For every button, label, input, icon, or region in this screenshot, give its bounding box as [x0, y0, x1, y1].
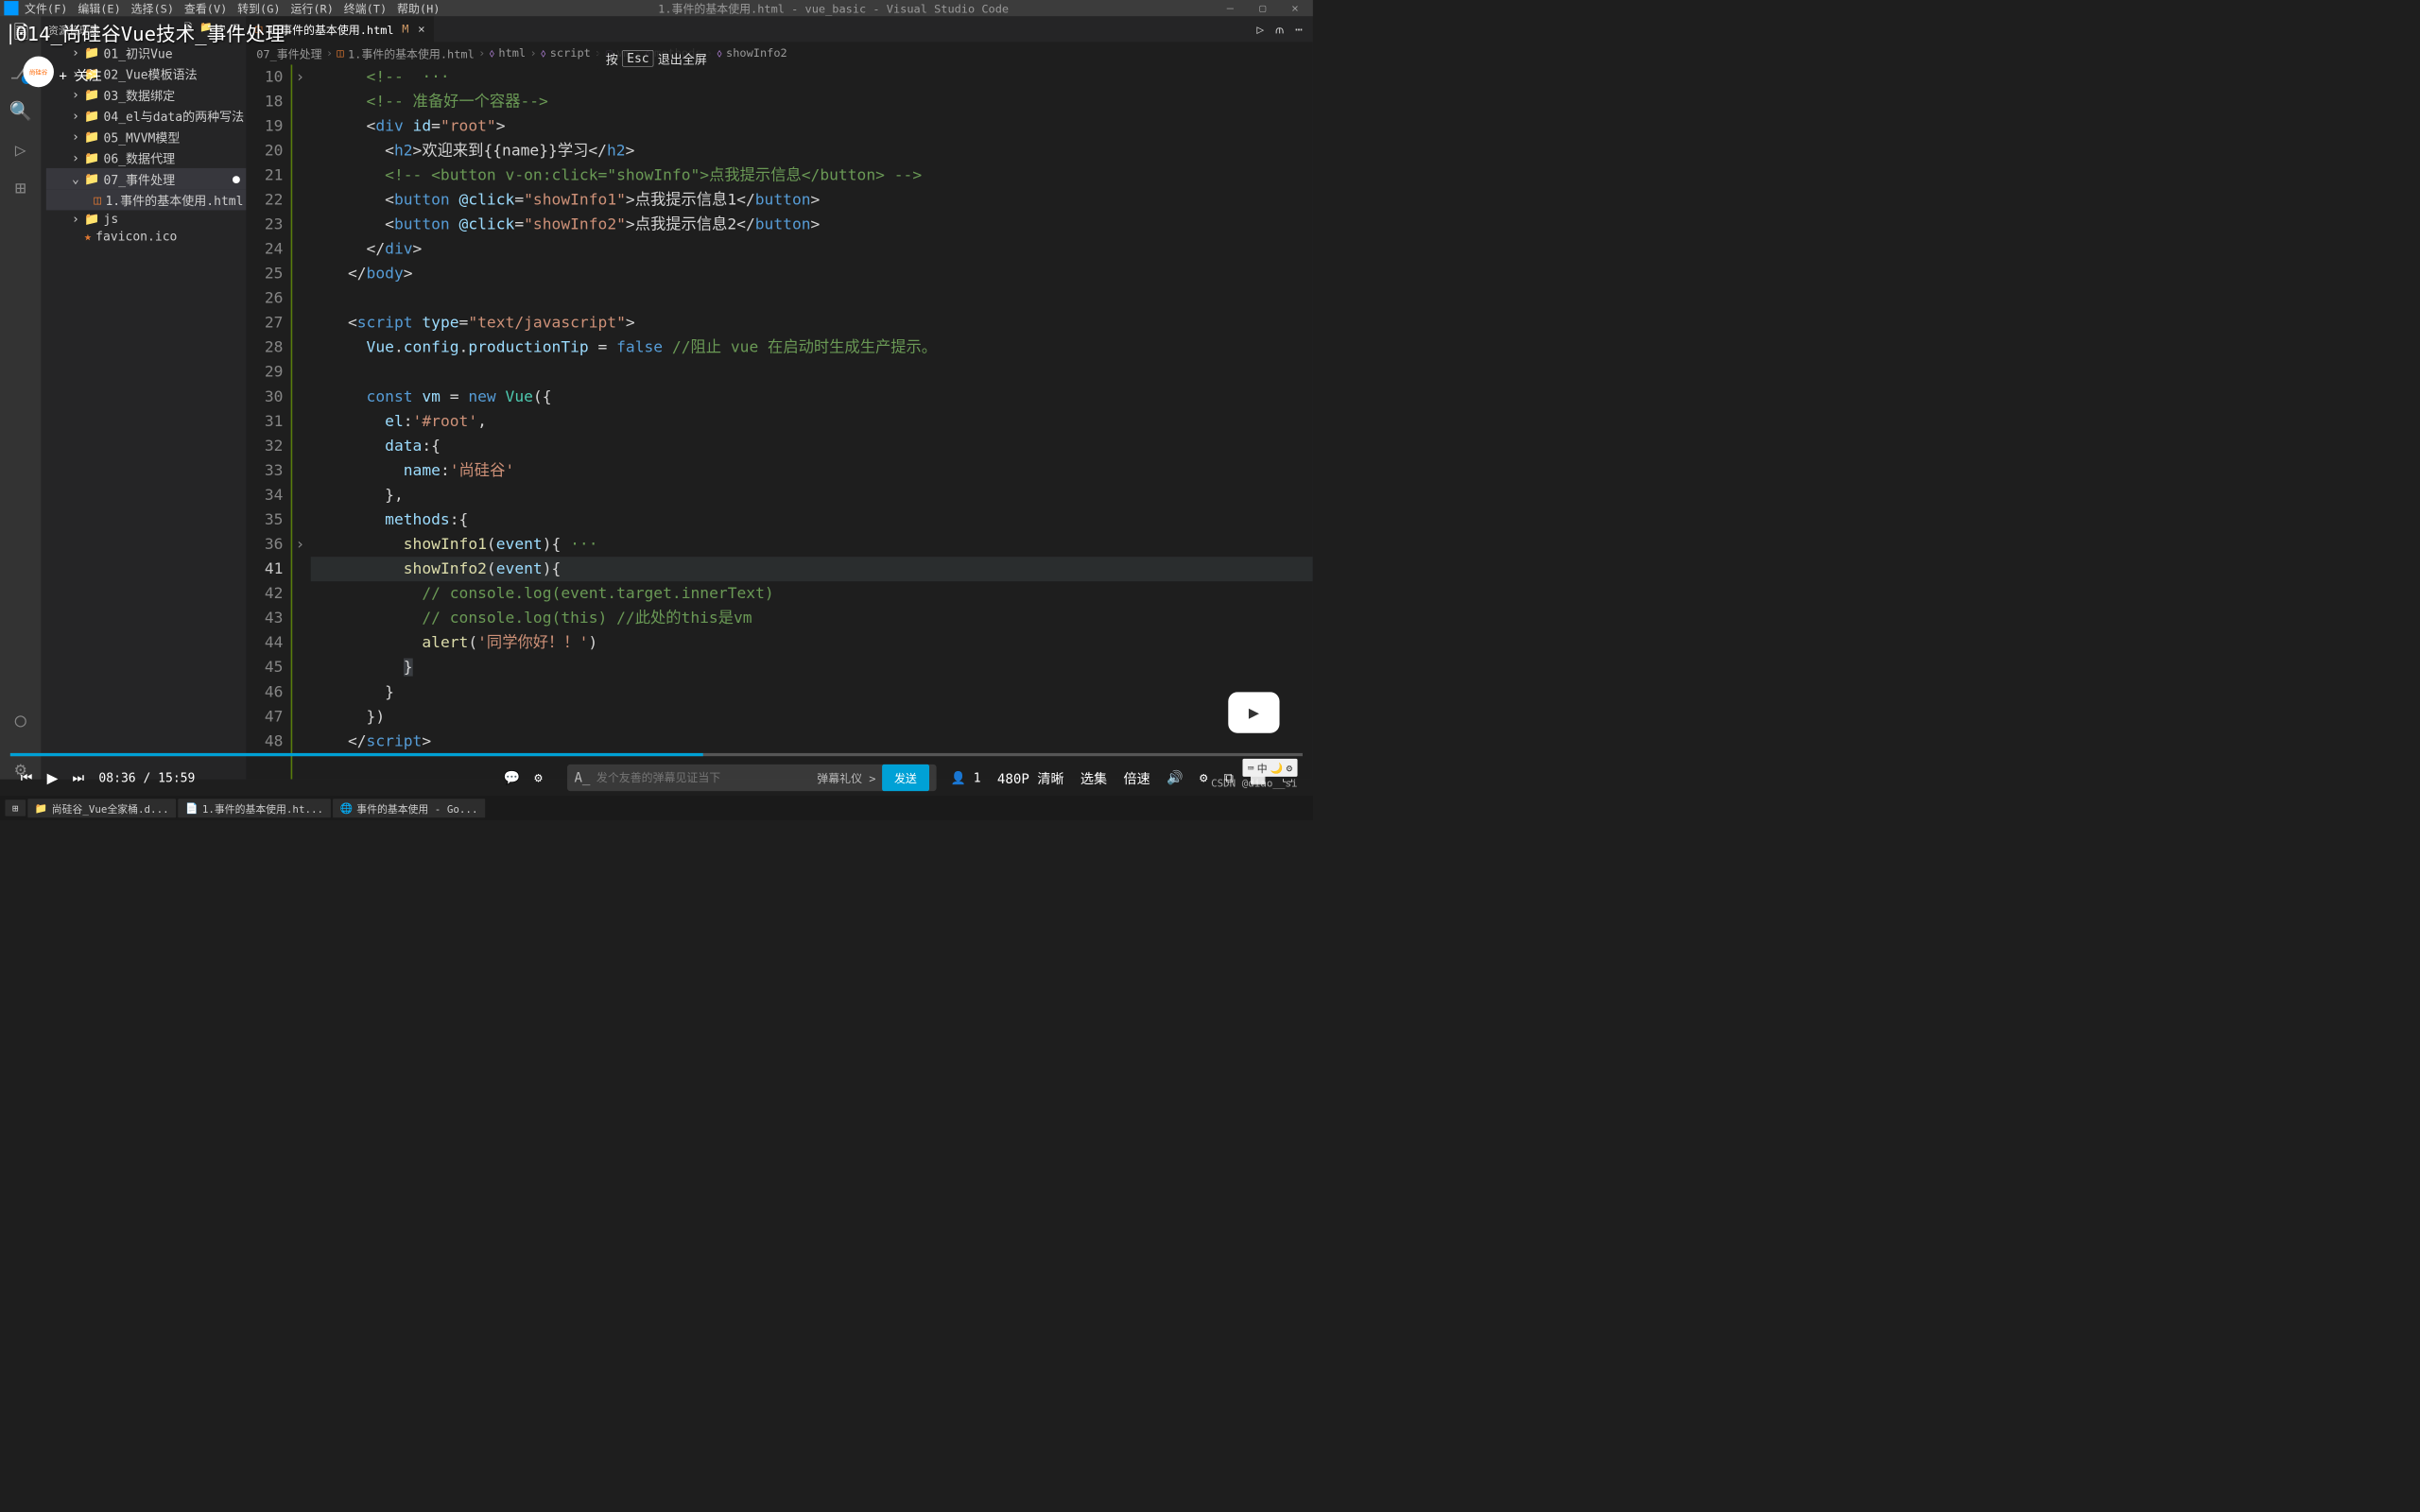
volume-icon[interactable]: 🔊 — [1167, 770, 1184, 785]
menu-terminal[interactable]: 终端(T) — [344, 0, 387, 16]
danmu-input-wrap: A̲ 弹幕礼仪 > 发送 — [567, 765, 937, 791]
esc-hint: 按 Esc 退出全屏 — [597, 46, 715, 70]
speed-button[interactable]: 倍速 — [1124, 768, 1150, 787]
crumb[interactable]: showInfo2 — [726, 47, 787, 60]
danmu-toggle-icon[interactable]: 💬 — [504, 770, 521, 785]
run-icon[interactable]: ▷ — [1256, 22, 1264, 36]
hint-text: 退出全屏 — [658, 49, 707, 67]
menu-go[interactable]: 转到(G) — [237, 0, 280, 16]
send-button[interactable]: 发送 — [882, 765, 929, 791]
next-button[interactable]: ⏭ — [73, 770, 85, 786]
crumb[interactable]: html — [498, 47, 526, 60]
menu-view[interactable]: 查看(V) — [184, 0, 227, 16]
task-item[interactable]: 🌐 事件的基本使用 - Go... — [333, 799, 485, 817]
tree-item[interactable]: ›📁05_MVVM模型 — [46, 126, 247, 146]
menu-edit[interactable]: 编辑(E) — [78, 0, 120, 16]
ime-toolbar[interactable]: ⌨中🌙⚙ — [1242, 759, 1297, 777]
tree-item[interactable]: ★favicon.ico — [46, 228, 247, 245]
tree-item[interactable]: ›📁06_数据代理 — [46, 147, 247, 168]
video-title: 014_尚硅谷Vue技术_事件处理 — [15, 18, 285, 46]
danmu-settings-icon[interactable]: ⚙ — [534, 770, 542, 785]
esc-key-icon: Esc — [622, 50, 653, 66]
quality-button[interactable]: 480P 清晰 — [997, 768, 1064, 787]
tree-item[interactable]: ⌄📁07_事件处理● — [46, 168, 247, 189]
crumb[interactable]: script — [550, 47, 591, 60]
episodes-button[interactable]: 选集 — [1080, 768, 1107, 787]
windows-taskbar: ⊞ 📁 尚硅谷_Vue全家桶.d... 📄 1.事件的基本使用.ht... 🌐 … — [0, 796, 1313, 820]
tree-item[interactable]: ›📁04_el与data的两种写法 — [46, 105, 247, 126]
prev-button[interactable]: ⏮ — [21, 770, 33, 786]
viewer-count: 👤 1 — [951, 770, 981, 784]
editor-area: ◫ 1.事件的基本使用.html M ✕ ▷ ⫙ ⋯ 07_事件处理› ◫1.事… — [246, 16, 1312, 779]
tab-label: 1.事件的基本使用.html — [268, 21, 394, 37]
time-display: 08:36 / 15:59 — [98, 770, 195, 784]
crumb[interactable]: 07_事件处理 — [256, 45, 321, 61]
player-controls: ⏮ ▶ ⏭ 08:36 / 15:59 💬 ⚙ A̲ 弹幕礼仪 > 发送 👤 1… — [0, 760, 1313, 796]
start-button[interactable]: ⊞ — [5, 799, 26, 816]
danmu-input[interactable] — [596, 771, 811, 784]
html-file-icon: ◫ — [337, 47, 343, 60]
close-icon[interactable]: ✕ — [1291, 2, 1298, 15]
tag-icon: ⬨ — [490, 47, 494, 60]
method-icon: ⬨ — [717, 47, 721, 60]
tree-item[interactable]: ›📁js — [46, 210, 247, 227]
vscode-window: 文件(F) 编辑(E) 选择(S) 查看(V) 转到(G) 运行(R) 终端(T… — [0, 0, 1313, 780]
progress-fill — [10, 753, 703, 756]
menu-bar: 文件(F) 编辑(E) 选择(S) 查看(V) 转到(G) 运行(R) 终端(T… — [0, 0, 1313, 16]
tag-icon: ⬨ — [541, 47, 545, 60]
editor-tabs: ◫ 1.事件的基本使用.html M ✕ ▷ ⫙ ⋯ — [246, 16, 1312, 42]
menu-selection[interactable]: 选择(S) — [131, 0, 174, 16]
more-icon[interactable]: ⋯ — [1295, 22, 1303, 36]
explorer-sidebar: 资源管理器 🗎 📁 ↻ ⊟ ›📁01_初识Vue›📁02_Vue模板语法›📁03… — [41, 16, 246, 779]
minimize-icon[interactable]: — — [1227, 2, 1234, 15]
breadcrumb[interactable]: 07_事件处理› ◫1.事件的基本使用.html› ⬨html› ⬨script… — [246, 42, 1312, 64]
activity-bar: 🗎 ⎇1 🔍 ▷ ⊞ ◯ ⚙ — [0, 16, 41, 779]
search-icon[interactable]: 🔍 — [10, 101, 31, 122]
danmu-etiquette[interactable]: 弹幕礼仪 > — [817, 769, 875, 785]
follow-button[interactable]: + 关注 — [59, 65, 101, 84]
tab-close-icon[interactable]: ✕ — [418, 23, 424, 36]
tree-item[interactable]: ◫1.事件的基本使用.htmlM — [46, 189, 247, 210]
tree-item[interactable]: ›📁03_数据绑定 — [46, 84, 247, 105]
window-title: 1.事件的基本使用.html - vue_basic - Visual Stud… — [450, 0, 1217, 16]
account-icon[interactable]: ◯ — [10, 710, 31, 730]
progress-bar[interactable] — [10, 753, 1303, 756]
menu-run[interactable]: 运行(R) — [290, 0, 333, 16]
bilibili-logo-icon[interactable] — [1228, 692, 1279, 732]
task-item[interactable]: 📄 1.事件的基本使用.ht... — [178, 799, 330, 817]
watermark: CSDN @diao__si — [1211, 777, 1297, 789]
hint-text: 按 — [606, 49, 618, 67]
settings-icon[interactable]: ⚙ — [1200, 770, 1207, 785]
split-icon[interactable]: ⫙ — [1275, 22, 1284, 36]
menu-help[interactable]: 帮助(H) — [397, 0, 440, 16]
debug-icon[interactable]: ▷ — [10, 140, 31, 161]
tab-modified: M — [402, 23, 408, 36]
play-button[interactable]: ▶ — [47, 767, 59, 788]
menu-file[interactable]: 文件(F) — [25, 0, 67, 16]
extensions-icon[interactable]: ⊞ — [10, 178, 31, 198]
uploader-avatar[interactable]: 尚硅谷 — [23, 57, 54, 88]
vscode-logo-icon — [4, 1, 18, 15]
crumb[interactable]: 1.事件的基本使用.html — [348, 45, 475, 61]
font-icon[interactable]: A̲ — [574, 770, 590, 785]
maximize-icon[interactable]: ▢ — [1259, 2, 1266, 15]
code-editor[interactable]: 1018192021222324252627282930313233343536… — [246, 64, 1312, 779]
task-item[interactable]: 📁 尚硅谷_Vue全家桶.d... — [27, 799, 176, 817]
